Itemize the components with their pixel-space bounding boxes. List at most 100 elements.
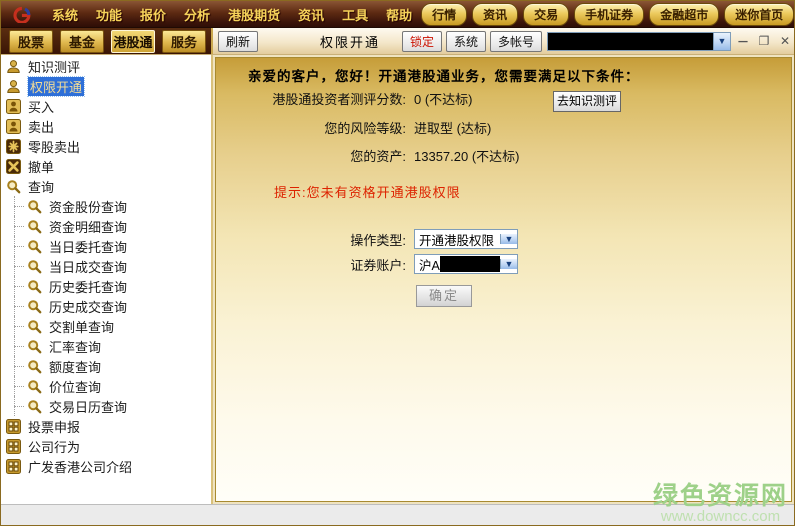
chevron-down-icon[interactable]: ▼ bbox=[500, 234, 517, 244]
sidebar-item-label: 资金明细查询 bbox=[49, 219, 128, 235]
menu-news[interactable]: 资讯 bbox=[289, 5, 333, 24]
sidebar-item-fund-detail-query[interactable]: 资金明细查询 bbox=[1, 216, 211, 236]
menu-system[interactable]: 系统 bbox=[43, 5, 87, 24]
sidebar-item-fund-share-query[interactable]: 资金股份查询 bbox=[1, 196, 211, 216]
condition-row-assets: 您的资产: 13357.20 (不达标) bbox=[216, 146, 520, 165]
operation-type-select[interactable]: 开通港股权限 ▼ bbox=[414, 229, 518, 249]
sidebar-item-label: 撤单 bbox=[28, 159, 55, 175]
magnifier-icon bbox=[27, 379, 42, 394]
tab-hk-connect[interactable]: 港股通 bbox=[111, 29, 155, 53]
account-market-prefix: 沪A bbox=[419, 258, 440, 273]
sidebar-item-price-query[interactable]: 价位查询 bbox=[1, 376, 211, 396]
tab-services[interactable]: 服务 bbox=[162, 29, 206, 53]
person-badge-icon bbox=[6, 118, 21, 134]
chevron-down-icon[interactable]: ▼ bbox=[713, 32, 730, 50]
magnifier-icon bbox=[27, 239, 42, 254]
magnifier-icon bbox=[27, 399, 42, 414]
condition-row-score: 港股通投资者测评分数: 0 (不达标) bbox=[216, 89, 472, 108]
sidebar-item-today-order-query[interactable]: 当日委托查询 bbox=[1, 236, 211, 256]
sidebar-item-label: 权限开通 bbox=[26, 75, 86, 97]
gf-securities-logo-icon bbox=[9, 6, 33, 23]
quick-link-market[interactable]: 行情 bbox=[421, 2, 468, 26]
sidebar-item-exchange-rate-query[interactable]: 汇率查询 bbox=[1, 336, 211, 356]
permission-open-panel: 亲爱的客户，您好！开通港股通业务，您需要满足以下条件： 港股通投资者测评分数: … bbox=[215, 57, 792, 502]
sidebar-item-knowledge-test[interactable]: 知识测评 bbox=[1, 56, 211, 76]
magnifier-icon bbox=[27, 259, 42, 274]
sidebar-item-permission-open[interactable]: 权限开通 bbox=[1, 75, 211, 97]
confirm-button[interactable]: 确定 bbox=[416, 285, 472, 307]
tab-funds[interactable]: 基金 bbox=[60, 29, 104, 53]
content-area: 亲爱的客户，您好！开通港股通业务，您需要满足以下条件： 港股通投资者测评分数: … bbox=[213, 55, 794, 504]
operation-type-row: 操作类型: 开通港股权限 ▼ bbox=[216, 229, 518, 249]
sidebar-item-quota-query[interactable]: 额度查询 bbox=[1, 356, 211, 376]
sidebar-item-label: 历史委托查询 bbox=[49, 279, 128, 295]
multi-account-button[interactable]: 多帐号 bbox=[489, 30, 542, 52]
menu-hk-futures[interactable]: 港股期货 bbox=[219, 5, 289, 24]
tab-stocks[interactable]: 股票 bbox=[9, 29, 53, 53]
asterisk-icon bbox=[6, 138, 21, 154]
magnifier-icon bbox=[27, 299, 42, 314]
person-icon bbox=[6, 79, 21, 94]
sidebar-item-vote-declare[interactable]: 投票申报 bbox=[1, 416, 211, 436]
chevron-down-icon[interactable]: ▼ bbox=[500, 259, 517, 269]
refresh-button[interactable]: 刷新 bbox=[218, 30, 259, 52]
sidebar-item-statement-query[interactable]: 交割单查询 bbox=[1, 316, 211, 336]
sidebar-item-sell[interactable]: 卖出 bbox=[1, 116, 211, 136]
quick-link-news[interactable]: 资讯 bbox=[472, 2, 519, 26]
condition-row-risk-level: 您的风险等级: 进取型 (达标) bbox=[216, 118, 491, 137]
sidebar-item-history-deal-query[interactable]: 历史成交查询 bbox=[1, 296, 211, 316]
condition-value: 13357.20 (不达标) bbox=[414, 149, 520, 164]
inner-minimize-icon[interactable]: － bbox=[734, 33, 752, 50]
menu-help[interactable]: 帮助 bbox=[377, 5, 421, 24]
magnifier-icon bbox=[27, 279, 42, 294]
sidebar-item-history-order-query[interactable]: 历史委托查询 bbox=[1, 276, 211, 296]
grid-icon bbox=[6, 458, 21, 474]
quick-link-mobile[interactable]: 手机证券 bbox=[574, 2, 645, 26]
sidebar-item-gf-hk-intro[interactable]: 广发香港公司介绍 bbox=[1, 456, 211, 476]
sidebar-item-label: 公司行为 bbox=[28, 439, 81, 455]
redacted-account-number bbox=[439, 256, 500, 272]
condition-label: 港股通投资者测评分数: bbox=[272, 92, 406, 107]
lock-button[interactable]: 锁定 bbox=[401, 30, 442, 52]
magnifier-icon bbox=[27, 339, 42, 354]
toolbar: 股票 基金 港股通 服务 刷新 权限开通 锁定 系统 多帐号 ▼ － ❐ ✕ bbox=[1, 28, 794, 55]
sidebar-item-trading-calendar-query[interactable]: 交易日历查询 bbox=[1, 396, 211, 416]
account-selector[interactable]: ▼ bbox=[547, 31, 731, 51]
menu-bar: 系统 功能 报价 分析 港股期货 资讯 工具 帮助 行情 资讯 交易 手机证券 … bbox=[1, 1, 795, 28]
sidebar-item-label: 广发香港公司介绍 bbox=[28, 459, 133, 475]
condition-label: 您的资产: bbox=[350, 149, 406, 164]
sidebar-item-label: 投票申报 bbox=[28, 419, 81, 435]
menu-tools[interactable]: 工具 bbox=[333, 5, 377, 24]
sidebar-item-label: 价位查询 bbox=[49, 379, 102, 395]
inner-close-icon[interactable]: ✕ bbox=[776, 34, 794, 48]
magnifier-icon bbox=[27, 199, 42, 214]
condition-label: 您的风险等级: bbox=[324, 121, 406, 136]
sidebar-item-label: 零股卖出 bbox=[28, 139, 81, 155]
securities-account-label: 证券账户: bbox=[350, 257, 406, 273]
sidebar-item-label: 历史成交查询 bbox=[49, 299, 128, 315]
magnifier-icon bbox=[27, 359, 42, 374]
quick-link-mini-home[interactable]: 迷你首页 bbox=[724, 2, 795, 26]
sidebar-item-label: 汇率查询 bbox=[49, 339, 102, 355]
system-button[interactable]: 系统 bbox=[445, 30, 486, 52]
person-badge-icon bbox=[6, 98, 21, 114]
sidebar-item-cancel-order[interactable]: 撤单 bbox=[1, 156, 211, 176]
grid-icon bbox=[6, 438, 21, 454]
sidebar-item-today-deal-query[interactable]: 当日成交查询 bbox=[1, 256, 211, 276]
sidebar-item-label: 当日成交查询 bbox=[49, 259, 128, 275]
securities-account-select[interactable]: 沪A ▼ bbox=[414, 254, 518, 274]
module-tabs: 股票 基金 港股通 服务 bbox=[1, 28, 213, 54]
sidebar-item-buy[interactable]: 买入 bbox=[1, 96, 211, 116]
quick-link-trade[interactable]: 交易 bbox=[523, 2, 570, 26]
sidebar-item-corporate-action[interactable]: 公司行为 bbox=[1, 436, 211, 456]
sidebar-item-odd-lot-sell[interactable]: 零股卖出 bbox=[1, 136, 211, 156]
menu-analysis[interactable]: 分析 bbox=[175, 5, 219, 24]
go-knowledge-test-button[interactable]: 去知识测评 bbox=[553, 91, 621, 112]
greeting-text: 亲爱的客户，您好！开通港股通业务，您需要满足以下条件： bbox=[248, 69, 640, 84]
quick-link-finance-mall[interactable]: 金融超市 bbox=[649, 2, 720, 26]
inner-restore-icon[interactable]: ❐ bbox=[755, 34, 773, 48]
menu-function[interactable]: 功能 bbox=[87, 5, 131, 24]
menu-quotes[interactable]: 报价 bbox=[131, 5, 175, 24]
magnifier-icon bbox=[27, 219, 42, 234]
sidebar-item-query[interactable]: 查询 bbox=[1, 176, 211, 196]
